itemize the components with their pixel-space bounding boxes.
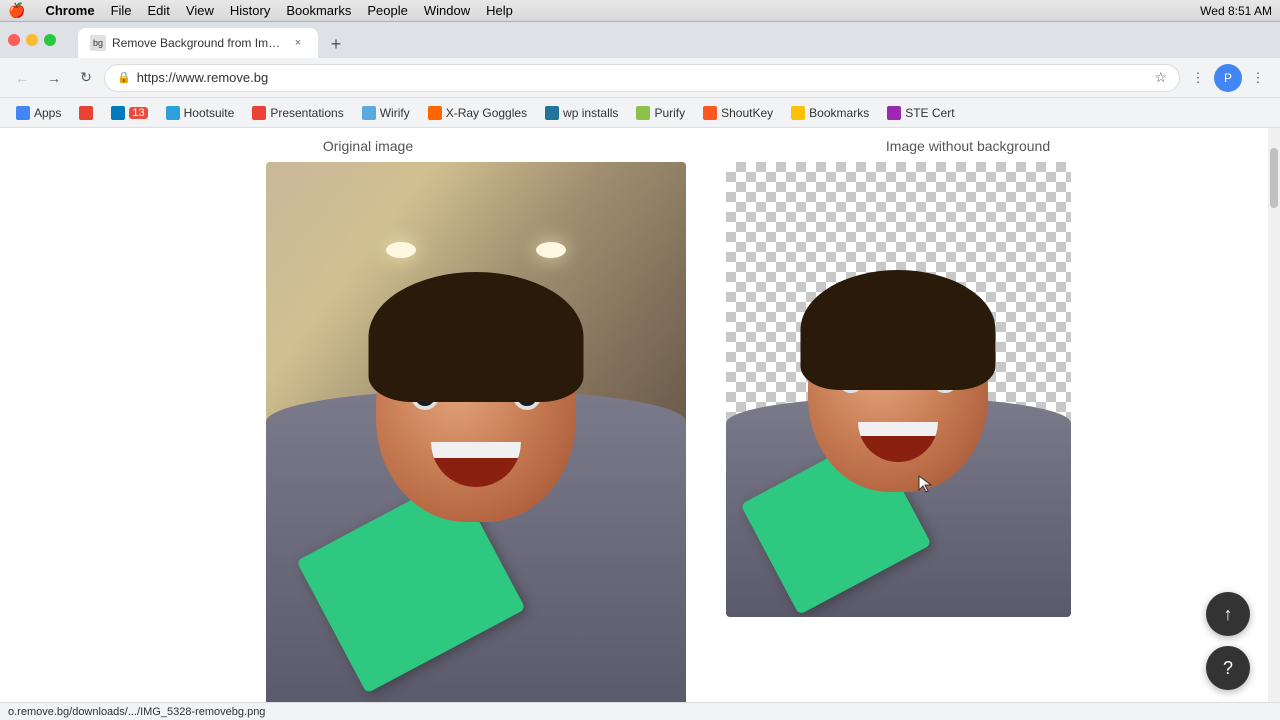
- gmail-favicon: [79, 106, 93, 120]
- ceiling-light-1: [386, 242, 416, 258]
- active-tab[interactable]: bg Remove Background from Ima... ×: [78, 28, 318, 58]
- bookmark-purify-label: Purify: [654, 106, 685, 120]
- lock-icon: 🔒: [117, 71, 131, 84]
- tab-favicon: bg: [90, 35, 106, 51]
- menubar-window[interactable]: Window: [424, 3, 470, 18]
- page-scroll-area[interactable]: Original image Image without background: [68, 128, 1268, 702]
- bookmark-purify[interactable]: Purify: [628, 103, 693, 123]
- purify-favicon: [636, 106, 650, 120]
- bookmark-star-icon[interactable]: ☆: [1154, 69, 1167, 86]
- apple-icon[interactable]: 🍎: [8, 2, 25, 19]
- menubar-right: Wed 8:51 AM: [1200, 4, 1272, 18]
- bookmark-presentations-label: Presentations: [270, 106, 343, 120]
- hootsuite-favicon: [166, 106, 180, 120]
- menubar-chrome[interactable]: Chrome: [45, 3, 94, 18]
- bookmark-gmail[interactable]: [71, 103, 101, 123]
- bookmark-apps-label: Apps: [34, 106, 61, 120]
- apps-favicon: [16, 106, 30, 120]
- bookmark-shoutkey[interactable]: ShoutKey: [695, 103, 781, 123]
- tab-bar: bg Remove Background from Ima... × +: [0, 22, 1280, 58]
- new-tab-btn[interactable]: +: [322, 30, 350, 58]
- bookmark-hootsuite-label: Hootsuite: [184, 106, 235, 120]
- maximize-window-btn[interactable]: [44, 34, 56, 46]
- status-bar-text: o.remove.bg/downloads/.../IMG_5328-remov…: [8, 706, 265, 718]
- bookmark-wirify-label: Wirify: [380, 106, 410, 120]
- tab-close-btn[interactable]: ×: [290, 35, 306, 51]
- person-cutout: [726, 162, 1071, 617]
- image-labels: Original image Image without background: [68, 128, 1268, 154]
- left-sidebar: [0, 128, 68, 702]
- mouth: [431, 442, 521, 487]
- menubar-bookmarks[interactable]: Bookmarks: [286, 3, 351, 18]
- bookmark-apps[interactable]: Apps: [8, 103, 69, 123]
- menu-btn[interactable]: ⋮: [1244, 64, 1272, 92]
- stecert-favicon: [887, 106, 901, 120]
- bookmark-hootsuite[interactable]: Hootsuite: [158, 103, 243, 123]
- teeth: [431, 442, 521, 458]
- extensions-btn[interactable]: ⋮: [1184, 64, 1212, 92]
- scrollbar[interactable]: [1268, 128, 1280, 702]
- minimize-window-btn[interactable]: [26, 34, 38, 46]
- cutout-hair: [801, 270, 996, 390]
- close-window-btn[interactable]: [8, 34, 20, 46]
- nav-right-buttons: ⋮ P ⋮: [1184, 64, 1272, 92]
- bookmark-presentations[interactable]: Presentations: [244, 103, 351, 123]
- bookmark-xray[interactable]: X-Ray Goggles: [420, 103, 535, 123]
- presentations-favicon: [252, 106, 266, 120]
- menubar-view[interactable]: View: [186, 3, 214, 18]
- bookmark-wirify[interactable]: Wirify: [354, 103, 418, 123]
- help-btn[interactable]: ?: [1206, 646, 1250, 690]
- bookmarks-bar: Apps 13 Hootsuite Presentations Wirify X…: [0, 98, 1280, 128]
- tab-title: Remove Background from Ima...: [112, 36, 284, 50]
- page-content: Original image Image without background: [0, 128, 1280, 702]
- fab-container: ↑ ?: [1206, 592, 1250, 690]
- original-image: [266, 162, 686, 702]
- person-hair: [368, 272, 583, 402]
- address-text: https://www.remove.bg: [137, 70, 1149, 85]
- bookmark-stecert[interactable]: STE Cert: [879, 103, 962, 123]
- page-inner: Original image Image without background: [68, 128, 1268, 702]
- reload-btn[interactable]: ↻: [72, 64, 100, 92]
- back-btn[interactable]: ←: [8, 64, 36, 92]
- original-photo: [266, 162, 686, 702]
- processed-image-label: Image without background: [668, 138, 1268, 154]
- bookmark-stecert-label: STE Cert: [905, 106, 954, 120]
- cutout-mouth: [858, 422, 938, 462]
- macos-menubar: 🍎 Chrome File Edit View History Bookmark…: [0, 0, 1280, 22]
- menubar-edit[interactable]: Edit: [148, 3, 170, 18]
- menubar-people[interactable]: People: [367, 3, 407, 18]
- bookmark-wpinstalls-label: wp installs: [563, 106, 618, 120]
- wpinstalls-favicon: [545, 106, 559, 120]
- status-bar: o.remove.bg/downloads/.../IMG_5328-remov…: [0, 702, 1280, 720]
- scroll-to-top-btn[interactable]: ↑: [1206, 592, 1250, 636]
- xray-favicon: [428, 106, 442, 120]
- forward-btn[interactable]: →: [40, 64, 68, 92]
- bookmark-wpinstalls[interactable]: wp installs: [537, 103, 626, 123]
- bookmark-trello[interactable]: 13: [103, 103, 155, 123]
- menubar-file[interactable]: File: [111, 3, 132, 18]
- menubar-history[interactable]: History: [230, 3, 270, 18]
- shoutkey-favicon: [703, 106, 717, 120]
- address-bar[interactable]: 🔒 https://www.remove.bg ☆: [104, 64, 1180, 92]
- ceiling-light-2: [536, 242, 566, 258]
- bookmark-shoutkey-label: ShoutKey: [721, 106, 773, 120]
- bookmark-xray-label: X-Ray Goggles: [446, 106, 527, 120]
- ceiling-lights: [266, 242, 686, 258]
- nav-bar: ← → ↻ 🔒 https://www.remove.bg ☆ ⋮ P ⋮: [0, 58, 1280, 98]
- bookmark-bookmarks-label: Bookmarks: [809, 106, 869, 120]
- processed-image: [726, 162, 1071, 617]
- menubar-help[interactable]: Help: [486, 3, 513, 18]
- bookmark-bookmarks[interactable]: Bookmarks: [783, 103, 877, 123]
- scrollbar-thumb[interactable]: [1270, 148, 1278, 208]
- images-row: [68, 162, 1268, 702]
- profile-btn[interactable]: P: [1214, 64, 1242, 92]
- trello-favicon: [111, 106, 125, 120]
- chrome-window: bg Remove Background from Ima... × + ← →…: [0, 22, 1280, 720]
- bookmarks-favicon: [791, 106, 805, 120]
- cutout-teeth: [858, 422, 938, 436]
- wirify-favicon: [362, 106, 376, 120]
- menubar-time: Wed 8:51 AM: [1200, 4, 1272, 18]
- original-image-label: Original image: [68, 138, 668, 154]
